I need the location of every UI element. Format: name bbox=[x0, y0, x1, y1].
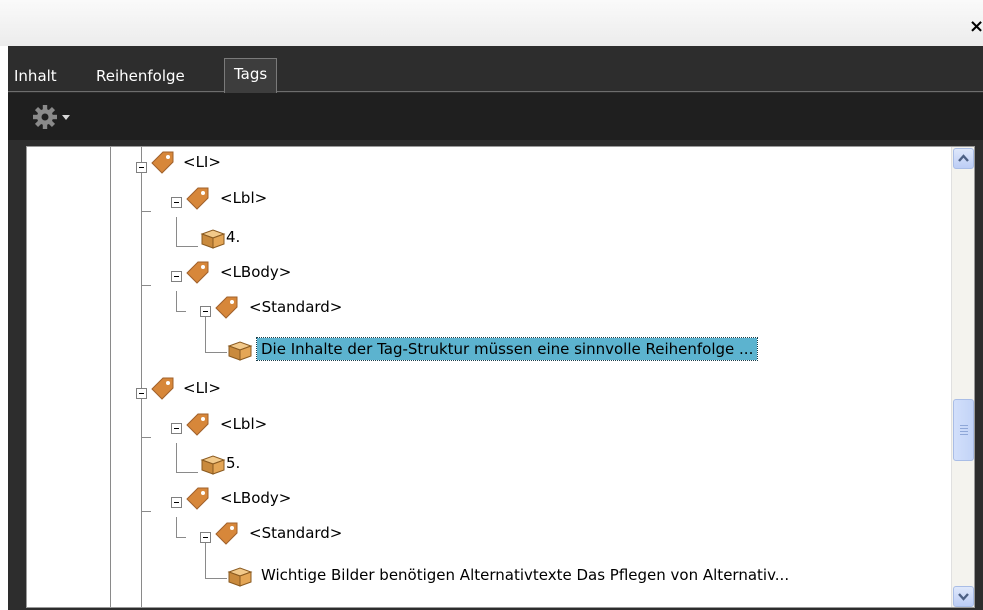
tree-node-label[interactable]: Wichtige Bilder benötigen Alternativtext… bbox=[261, 564, 789, 586]
tag-icon bbox=[215, 522, 238, 545]
tag-icon bbox=[151, 151, 174, 174]
tab-reihenfolge[interactable]: Reihenfolge bbox=[96, 62, 185, 92]
tag-tree: <LI> <Lbl> 4. <LBody> <Standard> Die Inh… bbox=[27, 147, 952, 607]
content-box-icon bbox=[200, 229, 226, 249]
options-menu-button[interactable] bbox=[32, 104, 84, 130]
tree-guide-line bbox=[141, 437, 151, 438]
tree-guide-line bbox=[141, 511, 151, 512]
tab-bar: Inhalt Reihenfolge Tags bbox=[8, 46, 983, 93]
tree-guide-line bbox=[176, 537, 186, 538]
gear-icon bbox=[33, 105, 70, 129]
tree-guide-line bbox=[205, 352, 227, 353]
tree-guide-line bbox=[141, 211, 151, 212]
tag-icon bbox=[186, 413, 209, 436]
tree-guide-line bbox=[205, 317, 206, 352]
tree-guide-line bbox=[176, 311, 186, 312]
tag-icon bbox=[186, 187, 209, 210]
collapse-toggle[interactable] bbox=[136, 388, 147, 399]
collapse-toggle[interactable] bbox=[136, 162, 147, 173]
tree-guide-line bbox=[176, 517, 177, 537]
tree-guide-line bbox=[141, 394, 142, 607]
tree-guide-line bbox=[176, 217, 177, 246]
tab-tags[interactable]: Tags bbox=[224, 58, 278, 93]
panel-toolbar bbox=[8, 93, 983, 140]
tree-node-label[interactable]: 4. bbox=[226, 226, 240, 248]
tree-node-label[interactable]: <LI> bbox=[183, 151, 221, 173]
tree-guide-line bbox=[205, 543, 206, 578]
tree-node-label[interactable]: <LBody> bbox=[220, 487, 291, 509]
tag-tree-view[interactable]: <LI> <Lbl> 4. <LBody> <Standard> Die Inh… bbox=[26, 146, 975, 608]
tree-guide-line bbox=[141, 285, 151, 286]
tree-node-label[interactable]: <Lbl> bbox=[220, 413, 267, 435]
scroll-down-button[interactable] bbox=[953, 586, 974, 607]
tree-node-label[interactable]: <Lbl> bbox=[220, 187, 267, 209]
panel-title-bar: × bbox=[0, 0, 983, 46]
content-box-icon bbox=[227, 341, 253, 361]
tree-guide-line bbox=[110, 147, 111, 607]
tab-inhalt[interactable]: Inhalt bbox=[14, 62, 57, 92]
tree-node-label-selected[interactable]: Die Inhalte der Tag-Struktur müssen eine… bbox=[255, 337, 759, 361]
tree-guide-line bbox=[176, 246, 198, 247]
tree-node-label[interactable]: <Standard> bbox=[249, 522, 342, 544]
chevron-down-icon bbox=[958, 593, 969, 601]
tags-panel: Inhalt Reihenfolge Tags <LI> <Lbl> 4. <L… bbox=[8, 46, 983, 610]
tree-node-label[interactable]: 5. bbox=[226, 452, 240, 474]
collapse-toggle[interactable] bbox=[171, 497, 182, 508]
collapse-toggle[interactable] bbox=[171, 197, 182, 208]
tree-node-label[interactable]: <LI> bbox=[183, 377, 221, 399]
vertical-scrollbar[interactable] bbox=[951, 147, 974, 607]
content-box-icon bbox=[227, 567, 253, 587]
collapse-toggle[interactable] bbox=[171, 271, 182, 282]
scroll-up-button[interactable] bbox=[953, 148, 974, 169]
collapse-toggle[interactable] bbox=[200, 306, 211, 317]
tree-guide-line bbox=[205, 578, 227, 579]
collapse-toggle[interactable] bbox=[200, 532, 211, 543]
content-box-icon bbox=[200, 455, 226, 475]
tree-node-label[interactable]: <Standard> bbox=[249, 296, 342, 318]
tag-icon bbox=[186, 487, 209, 510]
tag-icon bbox=[186, 261, 209, 284]
tree-guide-line bbox=[176, 472, 198, 473]
scroll-thumb[interactable] bbox=[953, 399, 974, 461]
chevron-down-icon bbox=[62, 115, 70, 120]
collapse-toggle[interactable] bbox=[171, 423, 182, 434]
chevron-up-icon bbox=[958, 154, 969, 162]
close-icon[interactable]: × bbox=[969, 18, 983, 36]
tree-guide-line bbox=[176, 291, 177, 311]
tag-icon bbox=[151, 377, 174, 400]
tag-icon bbox=[215, 296, 238, 319]
tree-guide-line bbox=[176, 443, 177, 472]
tree-node-label[interactable]: <LBody> bbox=[220, 261, 291, 283]
tree-guide-line bbox=[141, 168, 142, 388]
